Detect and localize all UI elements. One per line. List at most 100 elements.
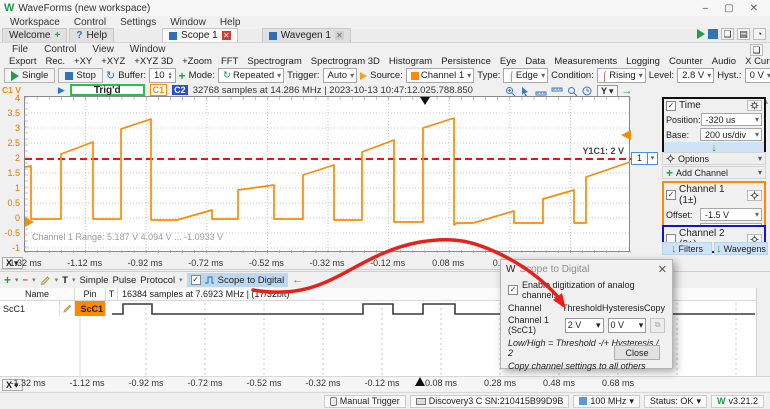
threshold-select[interactable]: 2 V▾: [565, 318, 604, 333]
hysteresis-select[interactable]: 0 V▾: [745, 68, 770, 83]
pointer-icon[interactable]: [520, 86, 531, 97]
tab-scope[interactable]: Scope 1 ✕: [162, 28, 238, 42]
hysteresis-select[interactable]: 0 V▾: [608, 318, 647, 333]
history-icon[interactable]: ◔: [753, 28, 766, 40]
signal-edit-cell[interactable]: [60, 301, 75, 316]
dialog-close-button[interactable]: Close: [614, 345, 660, 360]
ruler-y-icon[interactable]: [551, 86, 563, 97]
manual-trigger-button[interactable]: Manual Trigger: [324, 395, 406, 408]
view-button-eye[interactable]: Eye: [499, 56, 517, 67]
scope-menu-file[interactable]: File: [12, 44, 28, 55]
t-column-header[interactable]: T: [106, 288, 118, 300]
logic-scrollbar[interactable]: [756, 288, 770, 376]
stop-button[interactable]: Stop: [58, 68, 103, 83]
view-button-rec-[interactable]: Rec.: [44, 56, 66, 67]
menu-settings[interactable]: Settings: [120, 17, 156, 28]
scope-menu-control[interactable]: Control: [44, 44, 76, 55]
tab-wavegen[interactable]: Wavegen 1 ✕: [262, 28, 351, 42]
view-button--xy[interactable]: +XY: [73, 56, 93, 67]
ruler-x-icon[interactable]: [535, 86, 547, 97]
time-gear-icon[interactable]: [747, 100, 762, 111]
copy-to-all-button[interactable]: ⧉: [650, 318, 665, 333]
type-select[interactable]: ⌠Edge▾: [503, 68, 548, 83]
pulse-button[interactable]: Pulse: [113, 275, 137, 286]
menu-workspace[interactable]: Workspace: [10, 17, 60, 28]
filters-button[interactable]: ↓Filters: [662, 242, 712, 255]
time-checkbox[interactable]: ✓: [666, 101, 676, 111]
tab-welcome[interactable]: Welcome +: [2, 28, 67, 42]
view-button-counter[interactable]: Counter: [668, 56, 704, 67]
trigger-level-marker[interactable]: [621, 130, 631, 140]
base-select[interactable]: 200 us/div▾: [700, 128, 762, 141]
view-button--zoom[interactable]: +Zoom: [181, 56, 213, 67]
stop-all-icon[interactable]: [708, 29, 718, 39]
collapse-left-icon[interactable]: ←: [292, 274, 303, 286]
dialog-titlebar[interactable]: W Scope to Digital ✕: [501, 260, 672, 278]
scope-to-digital-checkbox[interactable]: ✓: [191, 275, 201, 285]
tab-help[interactable]: ? Help: [69, 28, 114, 42]
clock-button[interactable]: 100 MHz▾: [573, 395, 640, 408]
mode-select[interactable]: ↻Repeated▾: [218, 68, 284, 83]
add-instrument-icon[interactable]: +: [55, 30, 61, 41]
zoom-fit-icon[interactable]: [567, 86, 578, 97]
menu-help[interactable]: Help: [220, 17, 241, 28]
menu-control[interactable]: Control: [74, 17, 106, 28]
scope-menu-view[interactable]: View: [92, 44, 114, 55]
protocol-button[interactable]: Protocol: [140, 275, 175, 286]
remove-signal-icon[interactable]: −: [23, 275, 29, 286]
buffer-stepper[interactable]: 10▲▼: [149, 68, 176, 83]
view-button--xyz[interactable]: +XYZ: [100, 56, 126, 67]
view-button-spectrogram[interactable]: Spectrogram: [246, 56, 302, 67]
channel1-badge[interactable]: C1: [150, 84, 168, 96]
zoom-time-icon[interactable]: [582, 86, 593, 97]
dialog-close-icon[interactable]: ✕: [658, 263, 667, 276]
trigger-menu-button[interactable]: T: [62, 275, 68, 286]
view-button-persistence[interactable]: Persistence: [440, 56, 492, 67]
simple-button[interactable]: Simple: [79, 275, 108, 286]
view-button-x-cursors[interactable]: X Cursors: [744, 56, 770, 67]
options-button[interactable]: Options▾: [662, 152, 766, 165]
tab-scope-close-icon[interactable]: ✕: [222, 31, 231, 40]
scope-plot[interactable]: [24, 96, 630, 252]
tab-wavegen-close-icon[interactable]: ✕: [335, 31, 344, 40]
single-button[interactable]: Single: [4, 68, 55, 83]
run-all-icon[interactable]: [697, 29, 705, 39]
add-signal-icon[interactable]: +: [4, 273, 11, 287]
wavegens-button[interactable]: ↓Wavegens: [714, 242, 768, 255]
view-button--xyz-3d[interactable]: +XYZ 3D: [133, 56, 174, 67]
channel1-gear-icon[interactable]: [747, 190, 762, 201]
view-button-audio[interactable]: Audio: [711, 56, 737, 67]
chevron-down-icon[interactable]: ▾: [648, 153, 657, 164]
edit-pencil-icon[interactable]: [40, 275, 51, 286]
status-button[interactable]: Status: OK▾: [644, 395, 707, 408]
pin-column-header[interactable]: Pin: [75, 288, 106, 300]
view-button-data[interactable]: Data: [524, 56, 546, 67]
device-button[interactable]: Discovery3 C SN:210415B99D9B: [410, 395, 570, 408]
split-windows-icon[interactable]: ▤: [737, 28, 750, 40]
level-select[interactable]: 2.8 V▾: [677, 68, 714, 83]
trigger-select[interactable]: Auto▾: [323, 68, 358, 83]
view-button-export[interactable]: Export: [8, 56, 37, 67]
channel2-badge[interactable]: C2: [172, 85, 188, 95]
enable-digitization-checkbox[interactable]: ✓: [508, 285, 518, 295]
name-column-header[interactable]: Name: [0, 288, 75, 300]
minimize-button[interactable]: –: [703, 3, 709, 14]
scope-menu-window[interactable]: Window: [130, 44, 166, 55]
view-button-logging[interactable]: Logging: [625, 56, 661, 67]
stepper-arrows-icon[interactable]: ▲▼: [168, 72, 173, 80]
offset-select[interactable]: -1.5 V▾: [700, 208, 762, 221]
scope-to-digital-toggle[interactable]: ✓ Scope to Digital: [187, 273, 289, 287]
view-button-measurements[interactable]: Measurements: [553, 56, 618, 67]
cascade-windows-icon[interactable]: ❏: [721, 28, 734, 40]
source-select[interactable]: Channel 1▾: [406, 68, 474, 83]
add-icon[interactable]: +: [179, 69, 186, 83]
position-select[interactable]: -320 us▾: [701, 113, 762, 126]
y-cursor-handle[interactable]: 1 ▾: [631, 152, 658, 165]
close-button[interactable]: ✕: [750, 3, 758, 14]
trigger-position-marker[interactable]: [420, 97, 430, 105]
signal-name-cell[interactable]: ScC1: [0, 301, 60, 316]
add-channel-button[interactable]: + Add Channel▾: [662, 166, 766, 179]
condition-select[interactable]: ⌠Rising▾: [597, 68, 646, 83]
view-button-spectrogram-3d[interactable]: Spectrogram 3D: [310, 56, 381, 67]
zoom-in-icon[interactable]: [505, 86, 516, 97]
